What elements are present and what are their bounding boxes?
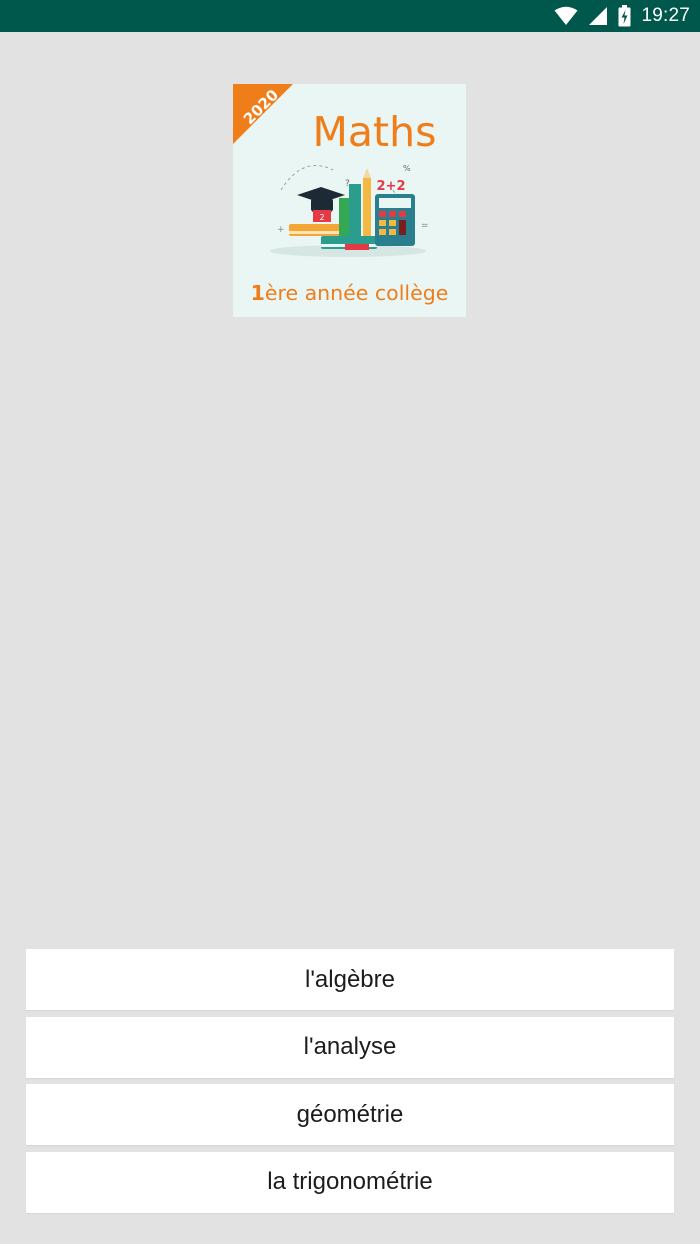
status-icons: 19:27 (554, 0, 690, 32)
svg-text:=: = (421, 221, 429, 231)
svg-text:?: ? (345, 179, 350, 189)
geometry-button[interactable]: géométrie (26, 1084, 674, 1145)
analysis-button[interactable]: l'analyse (26, 1016, 674, 1078)
svg-text:+: + (277, 225, 285, 235)
svg-text:%: % (403, 164, 411, 173)
wifi-icon (554, 6, 578, 26)
logo-subtitle-text: ère année collège (264, 281, 449, 305)
app-logo: 2020 Maths 2 2+2 ? % + = 1ère année coll… (233, 84, 466, 317)
logo-subtitle: 1ère année collège (233, 281, 466, 305)
topic-menu: l'algèbre l'analyse géométrie la trigono… (26, 949, 674, 1219)
logo-title: Maths (312, 108, 437, 156)
logo-subtitle-number: 1 (250, 281, 265, 305)
svg-text:2: 2 (319, 213, 324, 222)
battery-charging-icon (618, 5, 631, 27)
svg-text:2+2: 2+2 (377, 179, 406, 194)
trigonometry-button[interactable]: la trigonométrie (26, 1151, 674, 1213)
signal-icon (588, 6, 608, 26)
status-time: 19:27 (641, 5, 690, 26)
math-illustration-icon: 2 2+2 ? % + = (270, 164, 429, 257)
status-bar: 19:27 (0, 0, 700, 32)
algebra-button[interactable]: l'algèbre (26, 949, 674, 1010)
